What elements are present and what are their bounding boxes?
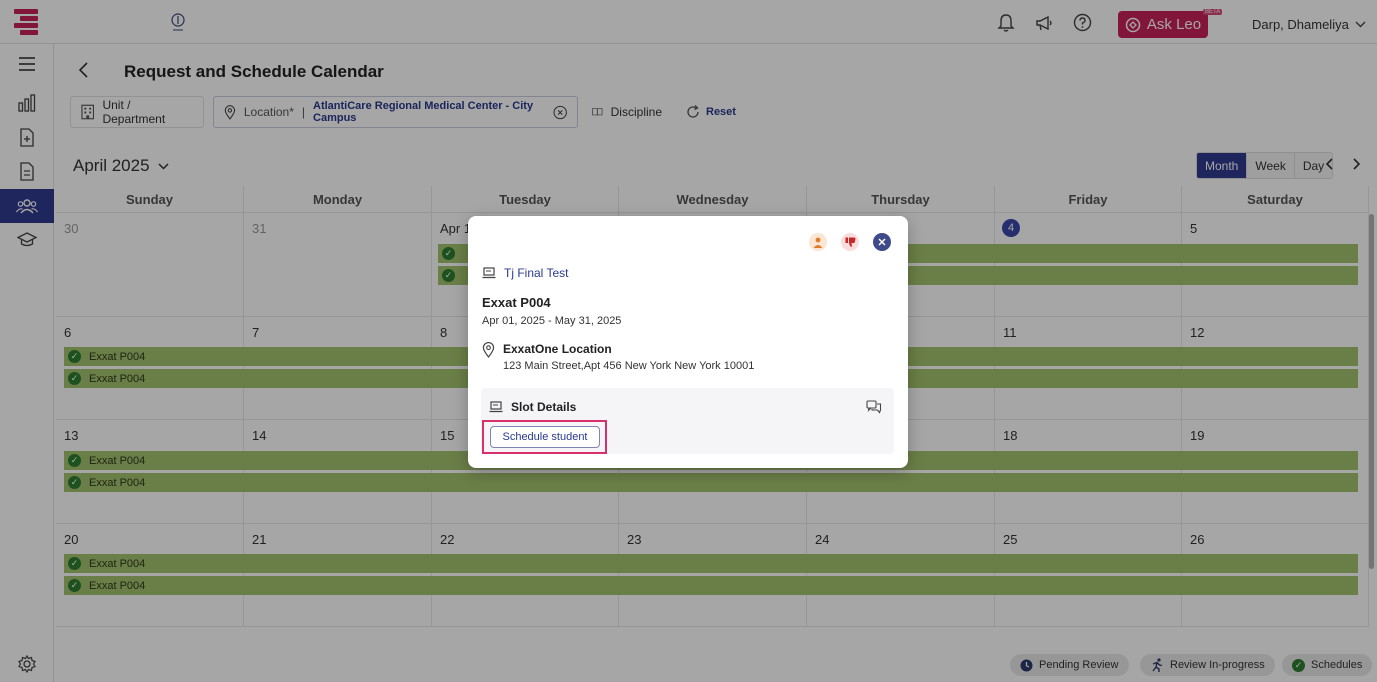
course-link[interactable]: Tj Final Test bbox=[482, 266, 568, 280]
laptop-icon bbox=[482, 267, 496, 279]
chat-icon[interactable] bbox=[866, 400, 882, 419]
event-details-popover: Tj Final Test Exxat P004 Apr 01, 2025 - … bbox=[468, 216, 908, 468]
schedule-student-button[interactable]: Schedule student bbox=[490, 426, 600, 448]
course-name: Tj Final Test bbox=[504, 266, 569, 280]
location-address: 123 Main Street,Apt 456 New York New Yor… bbox=[503, 360, 755, 372]
event-date-range: Apr 01, 2025 - May 31, 2025 bbox=[482, 315, 622, 327]
slot-details-panel: Slot Details Schedule student bbox=[481, 388, 894, 454]
thumbs-down-icon[interactable] bbox=[841, 233, 859, 251]
schedule-button-highlight: Schedule student bbox=[482, 420, 607, 454]
event-location: ExxatOne Location 123 Main Street,Apt 45… bbox=[482, 342, 754, 372]
close-icon[interactable] bbox=[873, 233, 891, 251]
location-pin-icon bbox=[482, 342, 495, 358]
laptop-icon bbox=[489, 401, 503, 413]
slot-details-heading: Slot Details bbox=[489, 400, 576, 414]
person-icon[interactable] bbox=[809, 233, 827, 251]
event-title: Exxat P004 bbox=[482, 295, 551, 310]
location-name: ExxatOne Location bbox=[503, 342, 612, 356]
slot-details-label: Slot Details bbox=[511, 400, 577, 414]
